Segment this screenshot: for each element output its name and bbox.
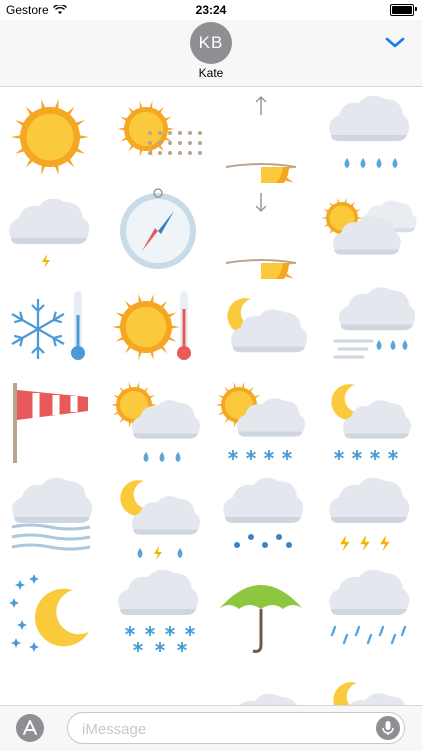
umbrella-icon [219,585,303,653]
sticker-moon-cloud[interactable] [211,279,316,375]
cloud-lightning-bolts-icon [328,477,409,552]
sunrise-icon [225,95,298,183]
sticker-sun-cloud-snow[interactable] [211,375,316,471]
windsock-icon [13,383,88,463]
sticker-sun[interactable] [0,87,105,183]
sticker-wind-leaves[interactable] [106,663,211,705]
sticker-moon-cloud-snow[interactable] [317,375,422,471]
sticker-sun-thermometer-hot[interactable] [106,279,211,375]
sticker-moon-cloud-storm[interactable] [106,471,211,567]
cloud-snowflakes-icon [117,569,198,653]
sun-cloud-snow-icon [215,382,305,461]
sun-cloud-dark-cloud-icon [320,197,417,255]
sticker-wind-rain[interactable] [317,279,422,375]
sticker-moon-cloud[interactable] [317,663,422,705]
wind-leaves-icon [106,663,211,705]
cloud-rain-icon [328,95,409,168]
sticker-cloud-rain[interactable] [317,87,422,183]
sticker-rainbow[interactable] [0,663,105,705]
sticker-sun-cloud-dark-cloud[interactable] [317,183,422,279]
cloud-heavy-rain-icon [328,569,409,645]
clock: 23:24 [195,3,227,17]
sun-thermometer-hot-icon [111,291,191,360]
moon-stars-icon [9,574,89,652]
message-placeholder: iMessage [82,721,147,738]
sunset-icon [225,193,298,279]
moon-cloud-icon [227,298,308,353]
sticker-cloud-lightning[interactable] [0,183,105,279]
conversation-header: KB Kate [0,20,422,87]
sticker-cloud-heavy-rain[interactable] [317,567,422,663]
wind-rain-icon [333,287,415,359]
sticker-sunset[interactable] [211,183,316,279]
sticker-compass[interactable] [106,183,211,279]
sticker-cloud-hail[interactable] [211,471,316,567]
sun-cloud-rain-icon [110,382,200,462]
sticker-windsock[interactable] [0,375,105,471]
sticker-snowflake-thermometer-cold[interactable] [0,279,105,375]
sticker-grid [0,87,422,705]
status-bar: Gestore 23:24 [0,0,422,20]
sticker-moon-stars[interactable] [0,567,105,663]
sticker-umbrella[interactable] [211,567,316,663]
sticker-cloud-lightning-bolts[interactable] [317,471,422,567]
cloud-lightning-icon [9,198,90,268]
sticker-sun-haze[interactable] [106,87,211,183]
avatar[interactable]: KB [190,22,232,64]
app-store-icon[interactable] [16,714,44,742]
rainbow-icon [0,663,105,705]
compass-icon [119,188,196,269]
compose-bar: iMessage [0,705,422,751]
chevron-down-icon[interactable] [384,34,406,50]
moon-cloud-snow-icon [330,384,411,461]
moon-cloud-icon [332,682,413,705]
sticker-sun-cloud-rain[interactable] [106,375,211,471]
snowflake-thermometer-cold-icon [11,291,85,360]
battery-icon [390,4,414,16]
sticker-cloud-snowflakes[interactable] [106,567,211,663]
cloud-hail-icon [223,477,304,548]
cloud-icon [225,693,306,705]
contact-name[interactable]: Kate [0,66,422,80]
sun-haze-icon [116,101,202,157]
sticker-cloud[interactable] [211,663,316,705]
microphone-icon[interactable] [376,716,400,740]
cloud-fog-icon [11,477,93,551]
moon-cloud-storm-icon [119,480,200,560]
sticker-sunrise[interactable] [211,87,316,183]
message-input[interactable]: iMessage [67,712,405,744]
battery-tip [415,7,417,11]
sticker-cloud-fog[interactable] [0,471,105,567]
sun-icon [11,98,89,176]
